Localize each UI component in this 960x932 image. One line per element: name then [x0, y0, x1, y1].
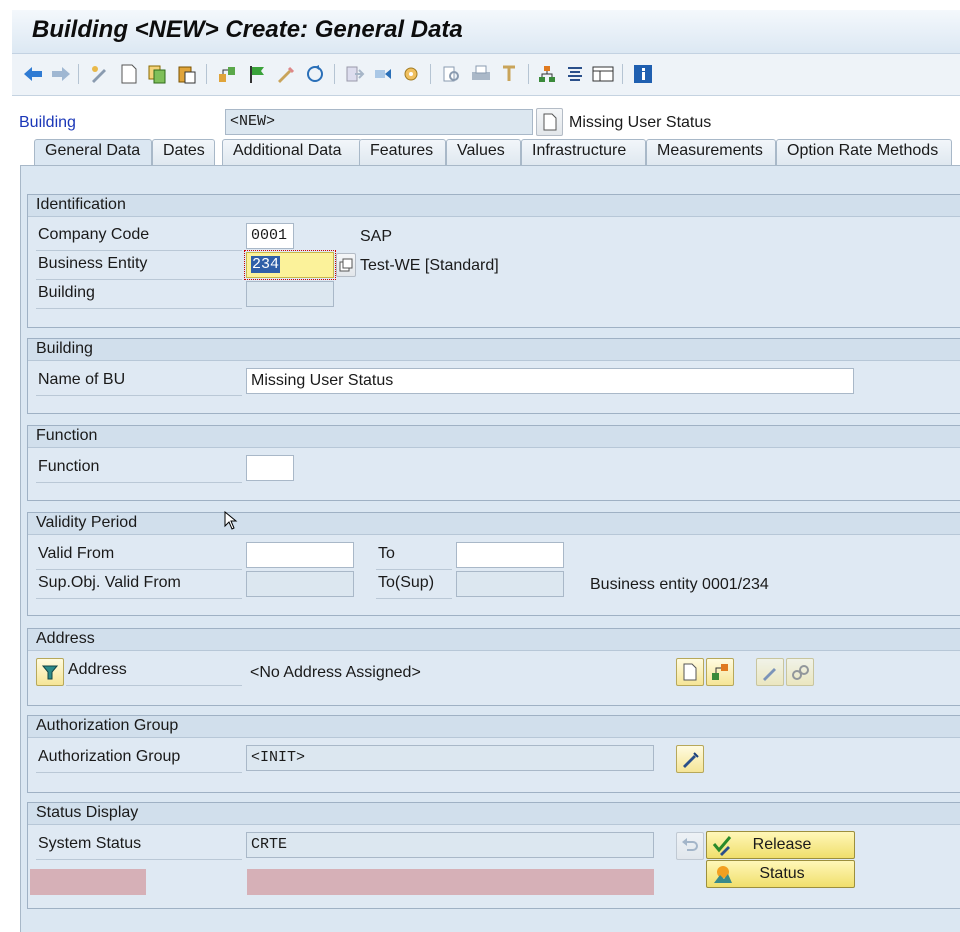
- undo-status-icon[interactable]: [676, 832, 704, 860]
- info-icon[interactable]: [632, 63, 654, 85]
- address-detail-icon[interactable]: [36, 658, 64, 686]
- detail-icon[interactable]: [336, 253, 356, 277]
- document-icon[interactable]: [536, 108, 563, 136]
- company-code-field[interactable]: 0001: [246, 223, 294, 249]
- change-address-icon[interactable]: [756, 658, 784, 686]
- status-icon: [710, 861, 736, 887]
- sup-valid-from-label: Sup.Obj. Valid From: [36, 574, 242, 599]
- building-name-text: Missing User Status: [569, 114, 712, 131]
- hierarchy-icon[interactable]: [536, 63, 558, 85]
- send-icon[interactable]: [372, 63, 394, 85]
- general-data-panel: Identification Company Code 0001 SAP Bus…: [20, 165, 960, 932]
- authorization-title: Authorization Group: [28, 716, 960, 738]
- function-group-title: Function: [28, 426, 960, 448]
- application-toolbar: [12, 54, 960, 96]
- sup-valid-to-field: [456, 571, 564, 597]
- find-icon[interactable]: [498, 63, 520, 85]
- building-group: Building Name of BU Missing User Status: [27, 338, 960, 414]
- business-entity-field[interactable]: 234: [244, 250, 336, 280]
- function-label: Function: [36, 458, 242, 483]
- release-button[interactable]: Release: [706, 831, 855, 859]
- tab-infrastructure[interactable]: Infrastructure: [521, 139, 646, 165]
- sup-valid-to-label: To(Sup): [376, 574, 452, 599]
- copy-icon[interactable]: [146, 63, 168, 85]
- export-icon[interactable]: [344, 63, 366, 85]
- sup-valid-from-field: [246, 571, 354, 597]
- settings-icon[interactable]: [400, 63, 422, 85]
- list-icon[interactable]: [564, 63, 586, 85]
- status-button[interactable]: Status: [706, 860, 855, 888]
- system-status-field: CRTE: [246, 832, 654, 858]
- object-header: Building <NEW> Missing User Status: [12, 97, 960, 137]
- create-icon[interactable]: [118, 63, 140, 85]
- release-label: Release: [752, 836, 812, 853]
- display-address-icon[interactable]: [786, 658, 814, 686]
- business-entity-text: Test-WE [Standard]: [360, 257, 499, 274]
- mouse-cursor-icon: [224, 511, 238, 530]
- valid-from-field[interactable]: [246, 542, 354, 568]
- print-preview-icon[interactable]: [440, 63, 462, 85]
- tab-general-data[interactable]: General Data: [34, 139, 152, 165]
- title-bar: Building <NEW> Create: General Data: [12, 10, 960, 54]
- function-group: Function Function: [27, 425, 960, 501]
- name-of-bu-field[interactable]: Missing User Status: [246, 368, 854, 394]
- address-value: <No Address Assigned>: [250, 664, 421, 681]
- create-address-icon[interactable]: [676, 658, 704, 686]
- validity-period-group: Validity Period Valid From To Sup.Obj. V…: [27, 512, 960, 616]
- building-field: [246, 281, 334, 307]
- other-object-icon[interactable]: [216, 63, 238, 85]
- main-content: Building <NEW> Missing User Status Gener…: [12, 97, 960, 932]
- display-change-icon[interactable]: [88, 63, 110, 85]
- identification-title: Identification: [28, 195, 960, 217]
- identification-group: Identification Company Code 0001 SAP Bus…: [27, 194, 960, 328]
- back-icon[interactable]: [22, 63, 44, 85]
- tab-features[interactable]: Features: [359, 139, 446, 165]
- tab-strip: General Data Dates Additional Data Featu…: [12, 139, 960, 165]
- status-display-title: Status Display: [28, 803, 960, 825]
- tab-option-rate-methods[interactable]: Option Rate Methods: [776, 139, 952, 165]
- authorization-group: Authorization Group Authorization Group …: [27, 715, 960, 793]
- sup-object-text: Business entity 0001/234: [590, 576, 769, 593]
- company-code-text: SAP: [360, 228, 393, 245]
- function-field[interactable]: [246, 455, 294, 481]
- refresh-icon[interactable]: [304, 63, 326, 85]
- business-entity-label: Business Entity: [36, 255, 242, 280]
- table-icon[interactable]: [592, 63, 614, 85]
- building-group-title: Building: [28, 339, 960, 361]
- company-code-label: Company Code: [36, 226, 242, 251]
- edit-icon[interactable]: [274, 63, 296, 85]
- status-label: Status: [759, 865, 805, 882]
- address-label: Address: [66, 661, 242, 686]
- user-status-field-placeholder: [247, 869, 654, 895]
- business-entity-value: 234: [251, 256, 281, 273]
- assign-address-icon[interactable]: [706, 658, 734, 686]
- flag-icon[interactable]: [246, 63, 268, 85]
- authorization-group-label: Authorization Group: [36, 748, 242, 773]
- tab-additional-data[interactable]: Additional Data: [222, 139, 362, 165]
- paste-icon[interactable]: [176, 63, 198, 85]
- name-of-bu-label: Name of BU: [36, 371, 242, 396]
- system-status-label: System Status: [36, 835, 242, 860]
- building-number-field: <NEW>: [225, 109, 533, 135]
- address-group: Address Address <No Address Assigned>: [27, 628, 960, 706]
- status-display-group: Status Display System Status CRTE Releas…: [27, 802, 960, 909]
- valid-from-label: Valid From: [36, 545, 242, 570]
- release-icon: [710, 832, 736, 858]
- edit-authorization-icon[interactable]: [676, 745, 704, 773]
- address-title: Address: [28, 629, 960, 651]
- tab-values[interactable]: Values: [446, 139, 521, 165]
- tab-measurements[interactable]: Measurements: [646, 139, 776, 165]
- authorization-group-field: <INIT>: [246, 745, 654, 771]
- valid-to-field[interactable]: [456, 542, 564, 568]
- forward-icon[interactable]: [50, 63, 72, 85]
- valid-to-label: To: [376, 545, 452, 570]
- validity-period-title: Validity Period: [28, 513, 960, 535]
- window-title: Building <NEW> Create: General Data: [32, 16, 463, 43]
- user-status-label-placeholder: [30, 869, 146, 895]
- tab-dates[interactable]: Dates: [152, 139, 215, 165]
- building-label: Building: [36, 284, 242, 309]
- print-icon[interactable]: [470, 63, 492, 85]
- building-link[interactable]: Building: [19, 114, 76, 132]
